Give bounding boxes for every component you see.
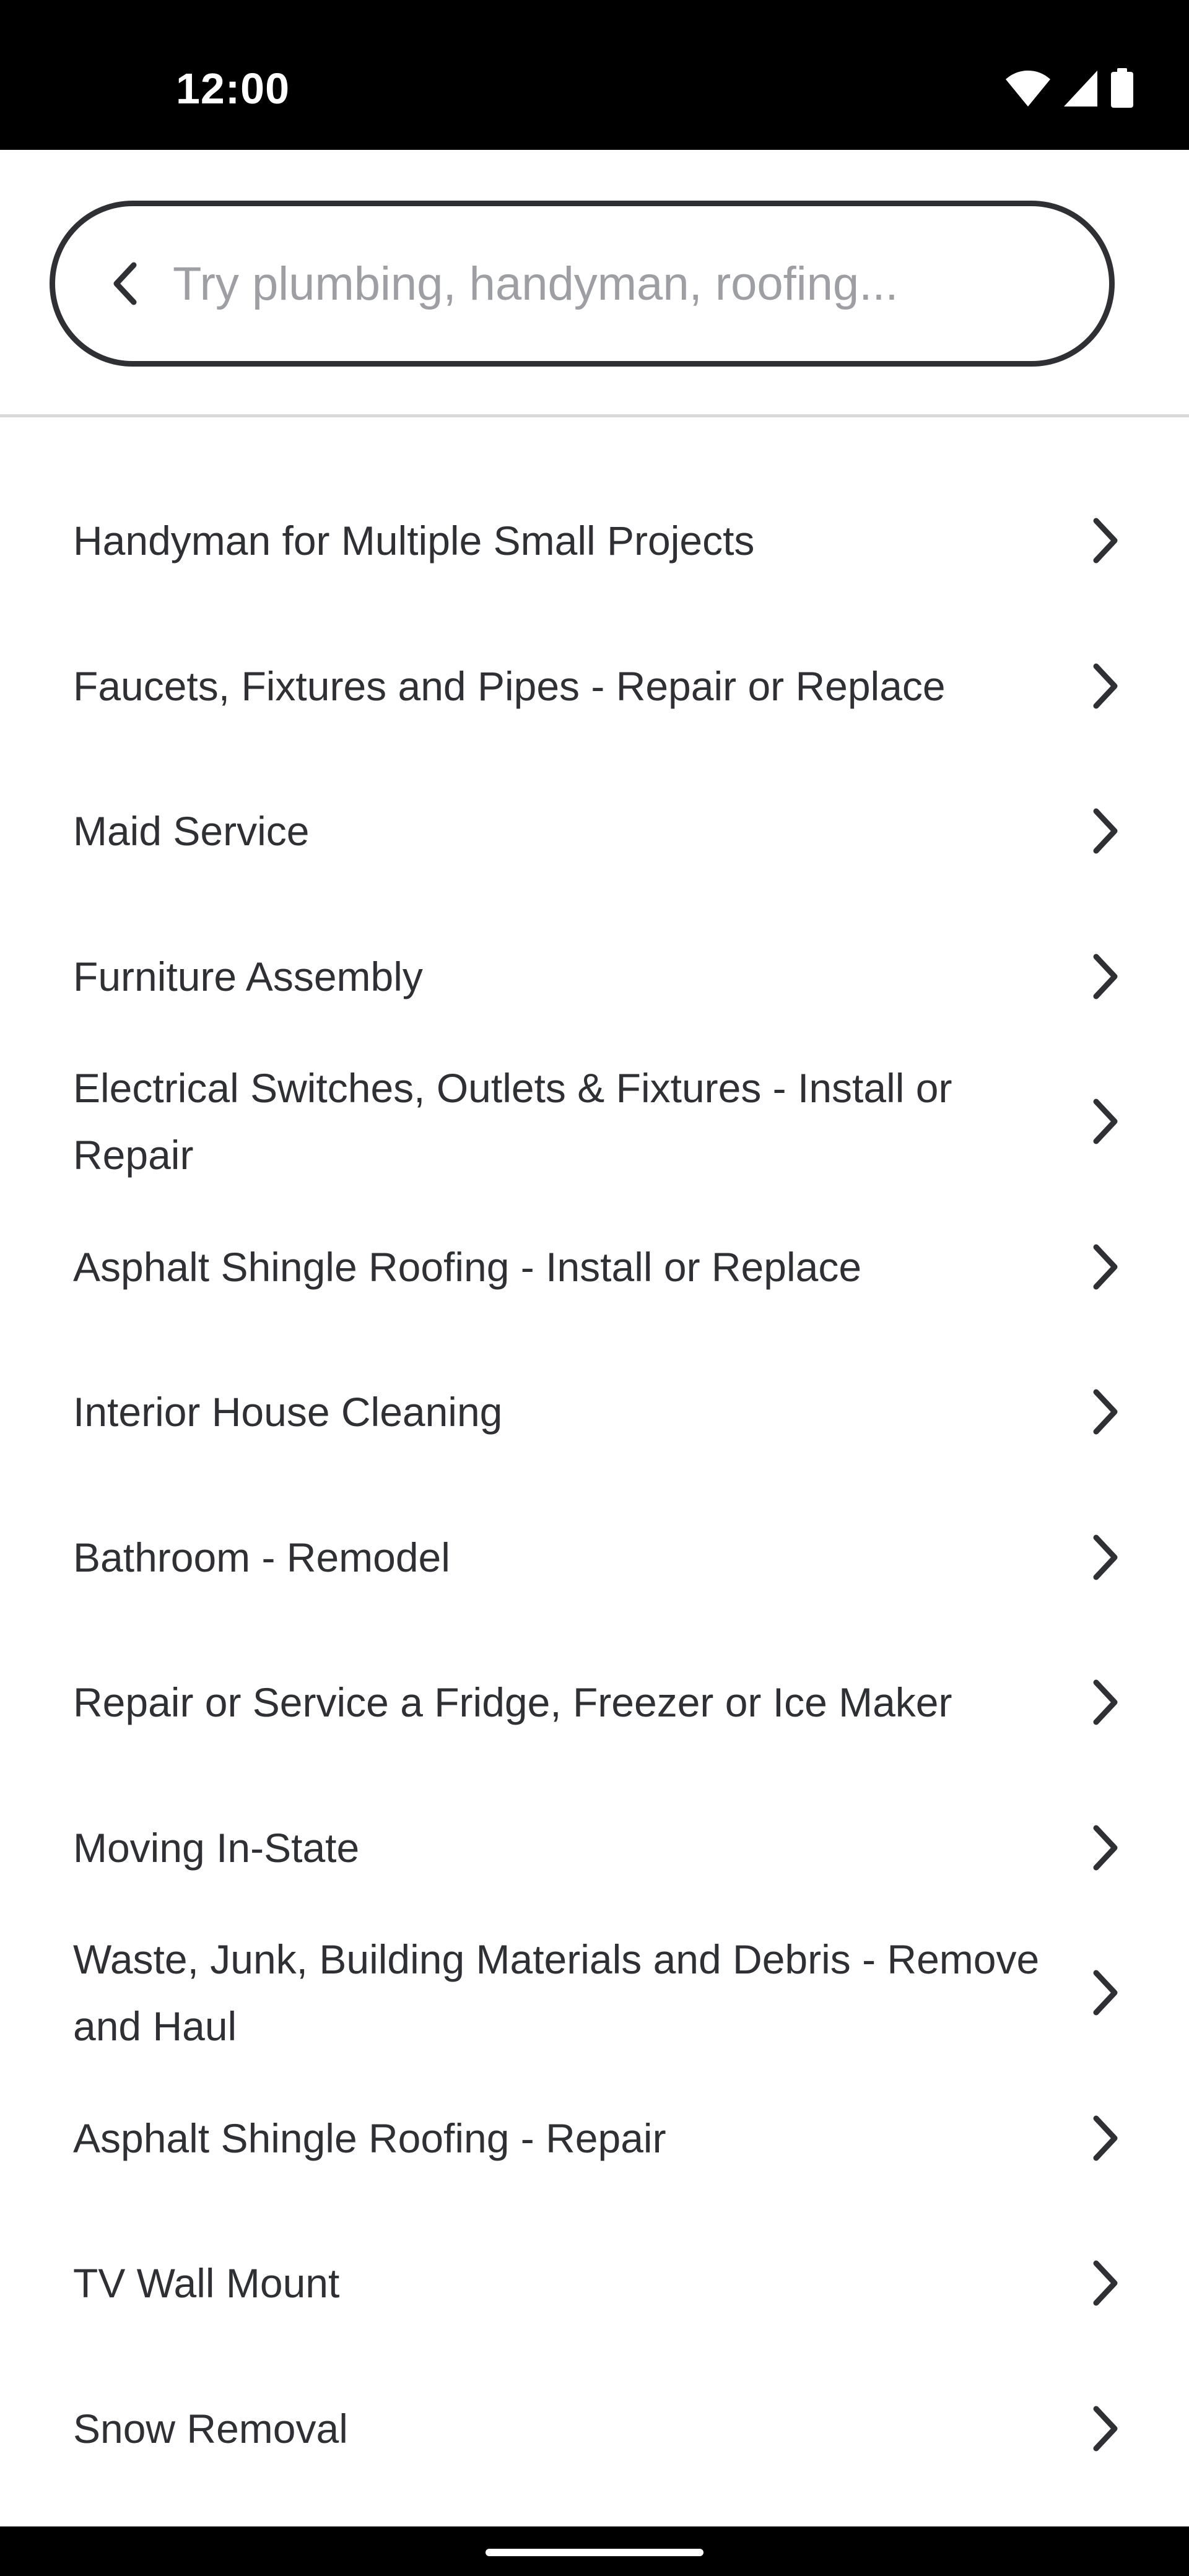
- home-indicator[interactable]: [486, 2549, 703, 2556]
- list-item-label: Faucets, Fixtures and Pipes - Repair or …: [73, 663, 946, 709]
- back-button[interactable]: [92, 250, 160, 318]
- list-item-roofing-install[interactable]: Asphalt Shingle Roofing - Install or Rep…: [0, 1194, 1189, 1340]
- list-item-label: Handyman for Multiple Small Projects: [73, 518, 755, 564]
- status-bar: 12:00: [0, 0, 1189, 150]
- status-icons: [1004, 68, 1135, 109]
- list-item-label: Waste, Junk, Building Materials and Debr…: [73, 1936, 1040, 2050]
- chevron-left-icon: [113, 262, 137, 305]
- chevron-right-icon: [1080, 1242, 1130, 1292]
- category-list: Handyman for Multiple Small Projects Fau…: [0, 468, 1189, 2501]
- status-time: 12:00: [176, 64, 290, 113]
- list-item-tv-wall-mount[interactable]: TV Wall Mount: [0, 2211, 1189, 2356]
- list-item-label: Snow Removal: [73, 2405, 348, 2452]
- list-item-junk-removal[interactable]: Waste, Junk, Building Materials and Debr…: [0, 1920, 1189, 2066]
- chevron-right-icon: [1080, 516, 1130, 565]
- chevron-right-icon: [1080, 1387, 1130, 1437]
- battery-icon: [1110, 68, 1135, 109]
- chevron-right-icon: [1080, 2404, 1130, 2453]
- list-item-label: Electrical Switches, Outlets & Fixtures …: [73, 1065, 952, 1178]
- list-item-roofing-repair[interactable]: Asphalt Shingle Roofing - Repair: [0, 2066, 1189, 2211]
- list-item-maid-service[interactable]: Maid Service: [0, 759, 1189, 904]
- chevron-right-icon: [1080, 1823, 1130, 1873]
- search-header: [0, 150, 1189, 417]
- list-item-handyman[interactable]: Handyman for Multiple Small Projects: [0, 468, 1189, 614]
- list-item-house-cleaning[interactable]: Interior House Cleaning: [0, 1339, 1189, 1485]
- system-nav-bar: [0, 2526, 1189, 2576]
- list-item-fridge-repair[interactable]: Repair or Service a Fridge, Freezer or I…: [0, 1630, 1189, 1775]
- chevron-right-icon: [1080, 661, 1130, 711]
- chevron-right-icon: [1080, 2258, 1130, 2308]
- chevron-right-icon: [1080, 1677, 1130, 1727]
- list-item-label: Moving In-State: [73, 1824, 360, 1871]
- list-item-furniture-assembly[interactable]: Furniture Assembly: [0, 904, 1189, 1050]
- wifi-icon: [1004, 69, 1052, 108]
- chevron-right-icon: [1080, 1533, 1130, 1582]
- list-item-label: Furniture Assembly: [73, 953, 423, 999]
- list-item-label: Maid Service: [73, 808, 310, 855]
- list-item-label: Asphalt Shingle Roofing - Repair: [73, 2115, 666, 2161]
- search-box[interactable]: [50, 201, 1115, 367]
- list-item-label: Bathroom - Remodel: [73, 1534, 450, 1580]
- chevron-right-icon: [1080, 952, 1130, 1001]
- chevron-right-icon: [1080, 1968, 1130, 2017]
- list-item-snow-removal[interactable]: Snow Removal: [0, 2356, 1189, 2502]
- list-item-label: TV Wall Mount: [73, 2260, 340, 2307]
- chevron-right-icon: [1080, 2113, 1130, 2163]
- chevron-right-icon: [1080, 1097, 1130, 1146]
- list-item-moving-in-state[interactable]: Moving In-State: [0, 1775, 1189, 1921]
- chevron-right-icon: [1080, 806, 1130, 856]
- list-item-label: Repair or Service a Fridge, Freezer or I…: [73, 1679, 952, 1726]
- list-item-label: Asphalt Shingle Roofing - Install or Rep…: [73, 1243, 862, 1290]
- list-item-electrical[interactable]: Electrical Switches, Outlets & Fixtures …: [0, 1049, 1189, 1194]
- search-input[interactable]: [173, 246, 1071, 321]
- cellular-signal-icon: [1063, 69, 1099, 108]
- list-item-faucets[interactable]: Faucets, Fixtures and Pipes - Repair or …: [0, 614, 1189, 759]
- list-item-label: Interior House Cleaning: [73, 1389, 503, 1435]
- list-item-bathroom-remodel[interactable]: Bathroom - Remodel: [0, 1485, 1189, 1630]
